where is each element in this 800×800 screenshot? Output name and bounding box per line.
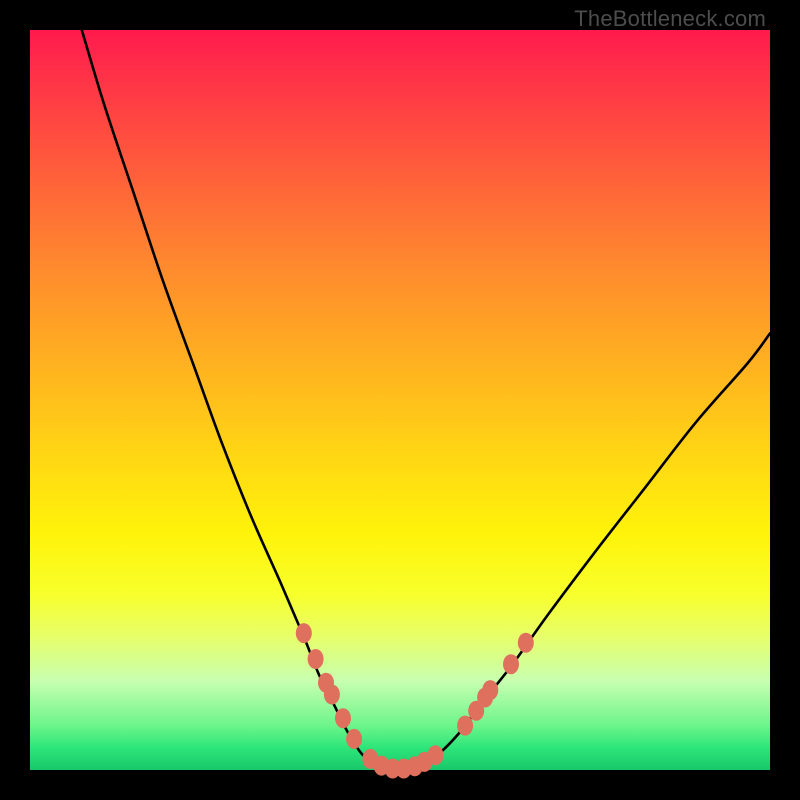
curve-marker <box>518 633 534 653</box>
curve-marker <box>482 680 498 700</box>
curve-marker <box>346 729 362 749</box>
curve-marker <box>428 745 444 765</box>
watermark-text: TheBottleneck.com <box>574 6 766 32</box>
curve-marker <box>335 708 351 728</box>
curve-marker <box>324 685 340 705</box>
curve-marker <box>296 623 312 643</box>
curve-marker <box>308 649 324 669</box>
curve-marker <box>457 716 473 736</box>
curve-marker <box>503 654 519 674</box>
chart-frame: TheBottleneck.com <box>0 0 800 800</box>
marker-group <box>296 623 534 778</box>
curve-layer <box>30 30 770 770</box>
bottleneck-curve <box>82 30 770 771</box>
plot-area <box>30 30 770 770</box>
